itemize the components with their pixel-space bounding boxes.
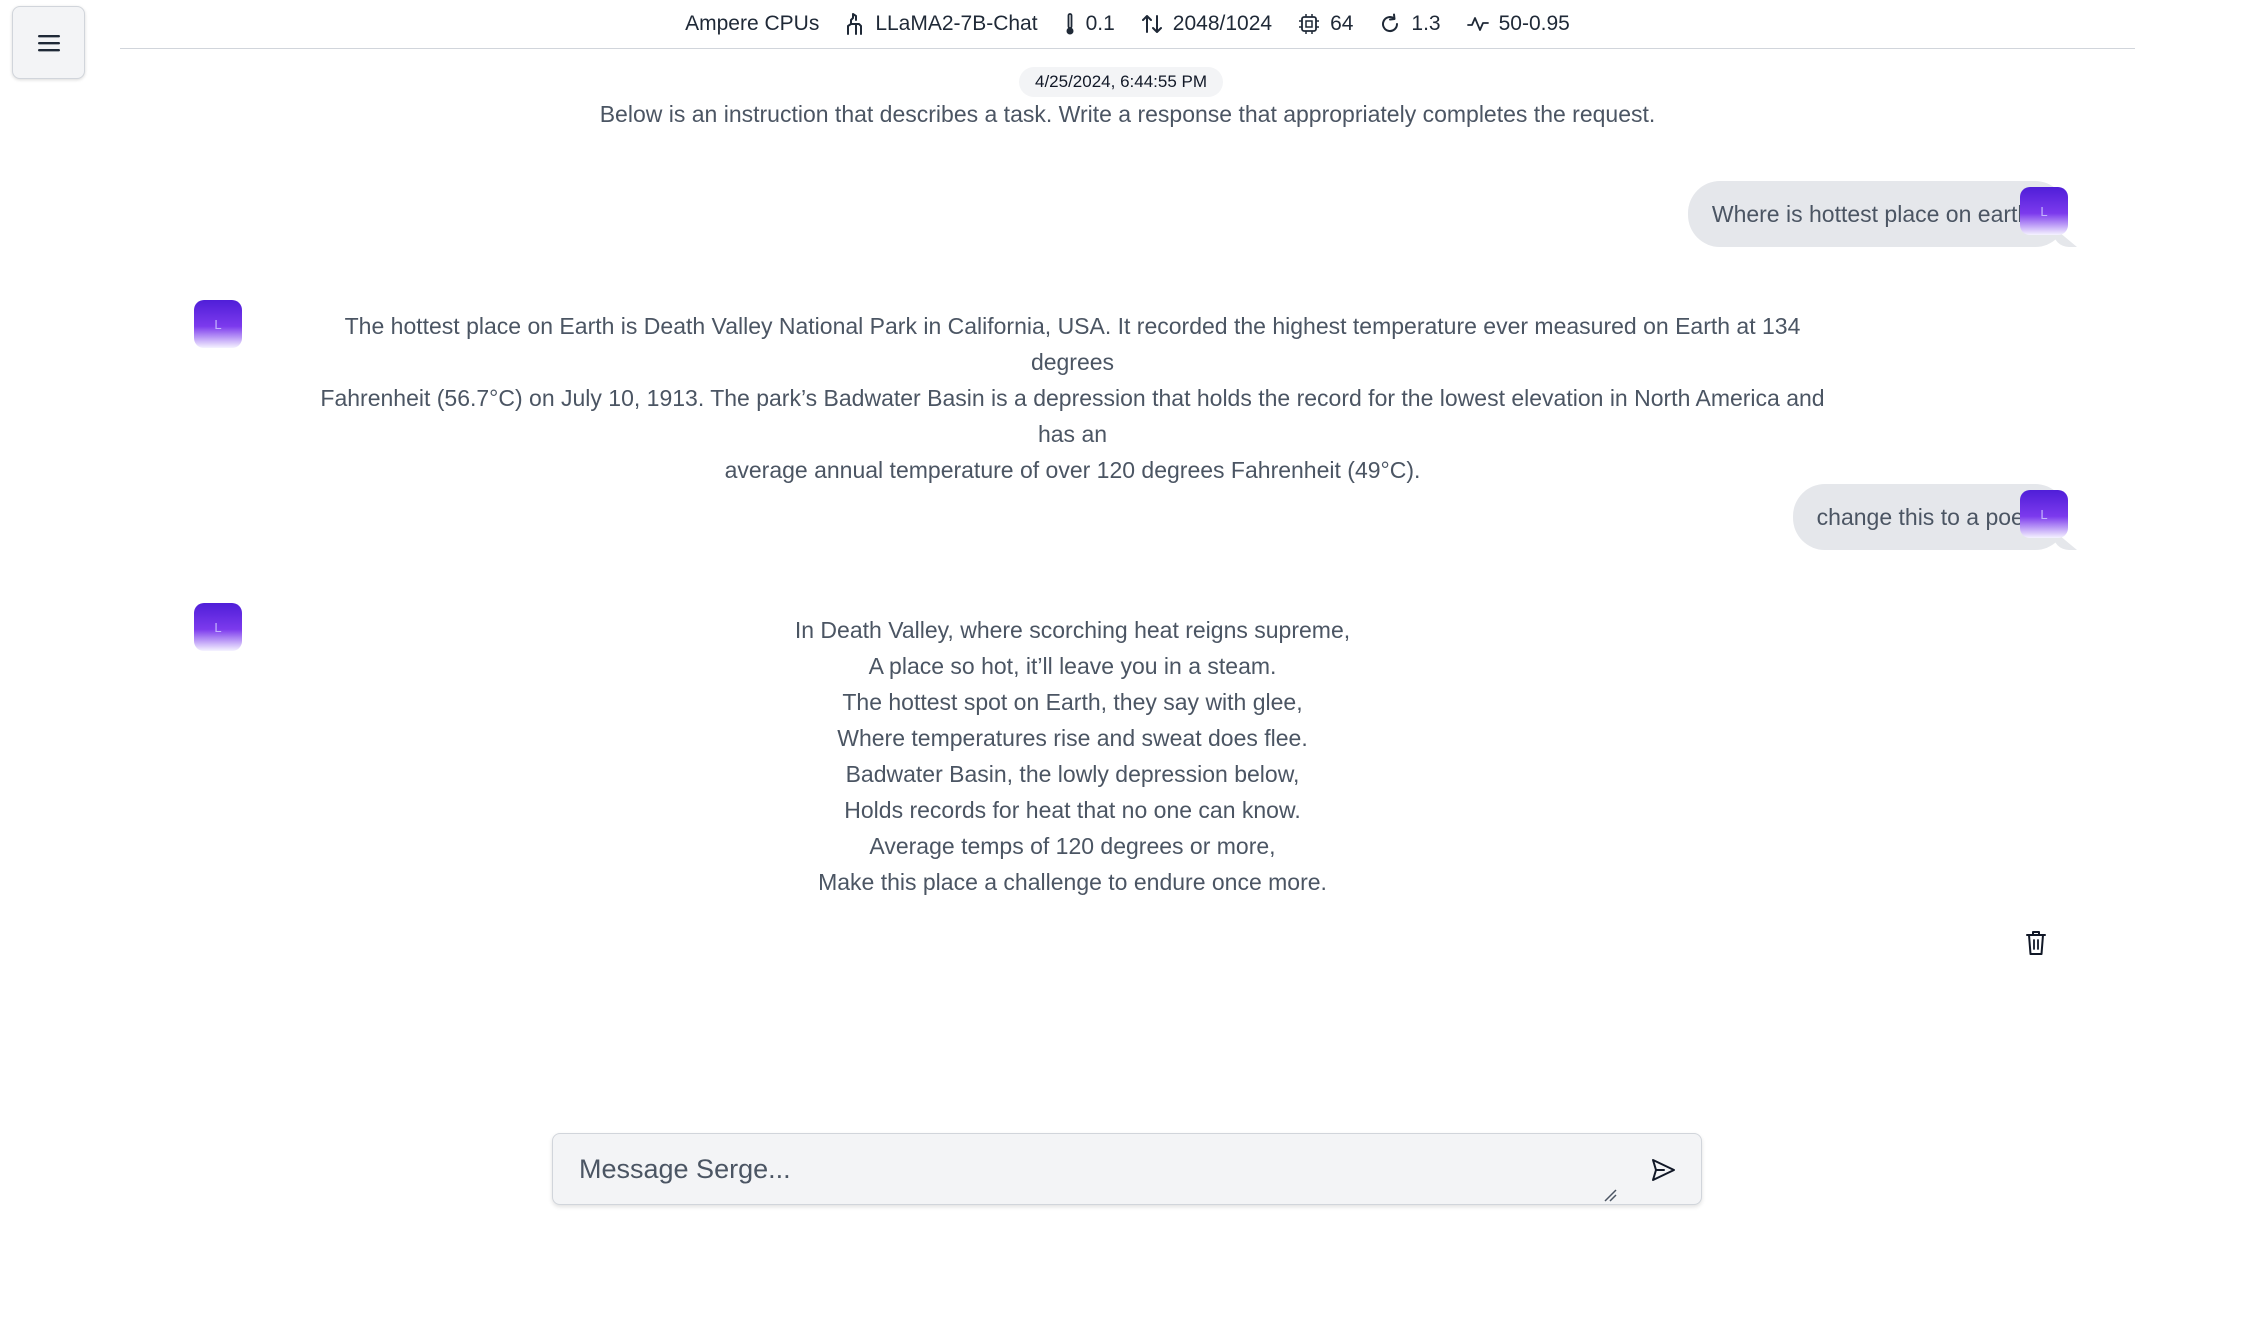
menu-button[interactable] xyxy=(12,6,85,79)
poem-line: The hottest spot on Earth, they say with… xyxy=(842,689,1303,715)
llama-icon xyxy=(847,13,863,35)
temperature-value: 0.1 xyxy=(1085,12,1115,35)
assistant-message[interactable]: In Death Valley, where scorching heat re… xyxy=(305,612,1840,900)
threads-info: 64 xyxy=(1298,12,1353,36)
user-message: Where is hottest place on earth? xyxy=(1687,181,2067,247)
poem-line: Average temps of 120 degrees or more, xyxy=(869,833,1276,859)
resize-handle-icon[interactable] xyxy=(1603,1188,1617,1202)
top-k-p-value: 50-0.95 xyxy=(1498,12,1570,35)
hamburger-menu-icon xyxy=(37,34,60,51)
assistant-avatar: L xyxy=(194,300,242,348)
message-input[interactable] xyxy=(577,1152,1581,1192)
context-info: 2048/1024 xyxy=(1141,12,1272,36)
activity-icon xyxy=(1466,17,1489,31)
poem-line: Make this place a challenge to endure on… xyxy=(818,869,1327,895)
trash-icon xyxy=(2026,931,2046,955)
system-instruction: Below is an instruction that describes a… xyxy=(599,101,1656,127)
send-button[interactable] xyxy=(1645,1152,1681,1188)
hardware-label: Ampere CPUs xyxy=(685,12,820,35)
cpu-chip-icon xyxy=(1299,14,1320,34)
chat-timestamp: 4/25/2024, 6:44:55 PM xyxy=(1019,67,1224,97)
context-value: 2048/1024 xyxy=(1172,12,1273,35)
model-info: LLaMA2-7B-Chat xyxy=(845,12,1038,36)
temperature-info: 0.1 xyxy=(1064,12,1115,36)
assistant-avatar: L xyxy=(194,603,242,651)
assistant-message[interactable]: The hottest place on Earth is Death Vall… xyxy=(305,308,1840,488)
user-avatar: L xyxy=(2020,490,2068,538)
poem-line: A place so hot, it’ll leave you in a ste… xyxy=(868,653,1277,679)
top-k-p-info: 50-0.95 xyxy=(1466,12,1570,36)
model-info-bar: Ampere CPUs LLaMA2-7B-Chat 0.1 2048/1024… xyxy=(120,0,2135,49)
poem-line: Badwater Basin, the lowly depression bel… xyxy=(845,761,1300,787)
refresh-icon xyxy=(1382,13,1399,33)
send-icon xyxy=(1652,1159,1675,1181)
delete-chat-button[interactable] xyxy=(2024,929,2048,957)
message-line: average annual temperature of over 120 d… xyxy=(724,457,1421,483)
repeat-penalty-value: 1.3 xyxy=(1411,12,1441,35)
user-message-bubble[interactable]: Where is hottest place on earth? xyxy=(1687,181,2067,247)
message-composer xyxy=(552,1133,1702,1205)
message-line: Fahrenheit (56.7°C) on July 10, 1913. Th… xyxy=(320,385,1825,447)
message-line: The hottest place on Earth is Death Vall… xyxy=(344,313,1801,375)
poem-line: Where temperatures rise and sweat does f… xyxy=(837,725,1308,751)
arrows-up-down-icon xyxy=(1141,15,1162,33)
poem-line: In Death Valley, where scorching heat re… xyxy=(794,617,1351,643)
model-name: LLaMA2-7B-Chat xyxy=(875,12,1038,35)
user-avatar: L xyxy=(2020,187,2068,235)
repeat-penalty-info: 1.3 xyxy=(1379,12,1441,36)
threads-value: 64 xyxy=(1330,12,1354,35)
thermometer-icon xyxy=(1066,13,1074,35)
poem-line: Holds records for heat that no one can k… xyxy=(844,797,1301,823)
hardware-info: Ampere CPUs xyxy=(685,12,819,36)
